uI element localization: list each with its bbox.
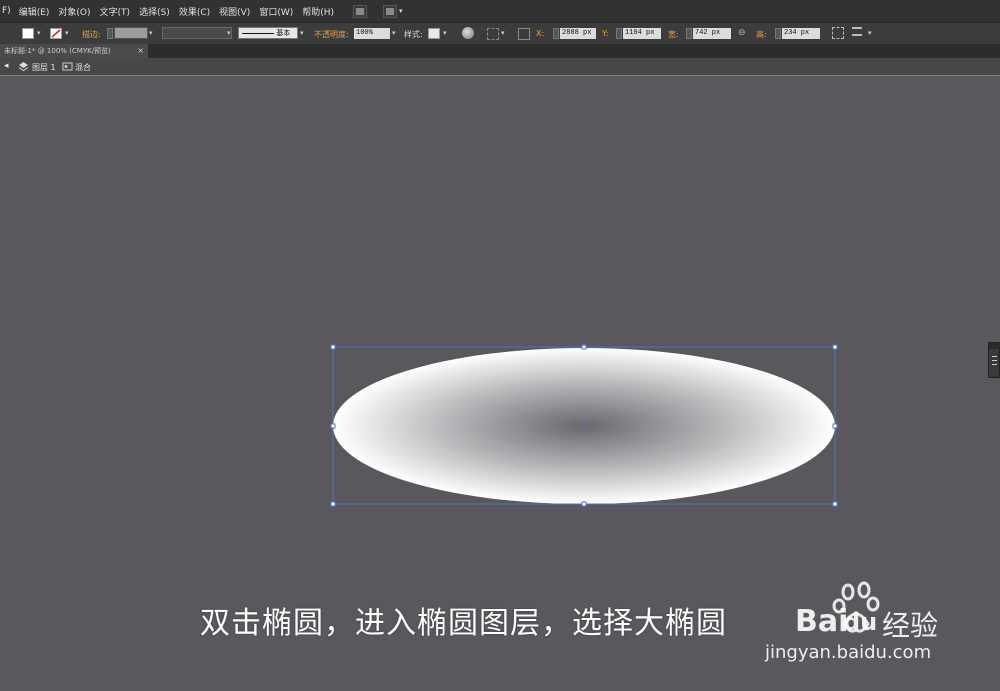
breadcrumb-group[interactable]: 混合 — [75, 62, 91, 73]
handle-middle-right[interactable] — [832, 423, 838, 429]
fill-chevron-icon[interactable]: ▾ — [37, 29, 41, 37]
x-stepper[interactable] — [553, 28, 559, 39]
fill-swatch[interactable] — [22, 28, 34, 39]
watermark-brand-du: du — [843, 608, 878, 636]
stroke-style-label: 基本 — [276, 29, 291, 37]
constrain-proportions-icon[interactable]: ⊖ — [738, 28, 746, 38]
bridge-icon — [356, 7, 365, 15]
close-icon[interactable]: × — [137, 44, 144, 58]
opacity-chevron-icon[interactable]: ▾ — [392, 29, 396, 37]
no-stroke-icon — [51, 29, 61, 38]
stroke-label[interactable]: 描边: — [82, 29, 101, 40]
bridge-button[interactable] — [353, 4, 368, 18]
y-label: Y: — [602, 29, 609, 38]
isolation-mode-bar: ◂ 图层 1 混合 — [0, 58, 1000, 76]
baidu-jingyan-watermark: Bai du 经验 jingyan.baidu.com — [765, 580, 995, 670]
watermark-url: jingyan.baidu.com — [765, 642, 932, 663]
menu-view[interactable]: 视图(V) — [219, 5, 250, 18]
handle-top-right[interactable] — [832, 344, 838, 350]
menu-object[interactable]: 对象(O) — [58, 5, 90, 18]
menu-bar: F) 编辑(E) 对象(O) 文字(T) 选择(S) 效果(C) 视图(V) 窗… — [0, 0, 1000, 22]
document-tab-bar: 未标题-1* @ 100% (CMYK/预览) × — [0, 44, 1000, 58]
style-chevron-icon[interactable]: ▾ — [443, 29, 447, 37]
opacity-field[interactable]: 100% — [354, 28, 390, 39]
height-field[interactable]: 234 px — [782, 28, 820, 39]
menu-edit[interactable]: 编辑(E) — [19, 5, 50, 18]
width-field[interactable]: 742 px — [693, 28, 731, 39]
stroke-weight-stepper[interactable] — [107, 28, 113, 39]
width-label: 宽: — [668, 30, 679, 39]
menu-file[interactable]: F) — [2, 6, 11, 16]
handle-bottom-left[interactable] — [330, 501, 336, 507]
menu-window[interactable]: 窗口(W) — [259, 5, 293, 18]
transform-icon[interactable] — [832, 27, 844, 39]
panel-icon-line — [992, 360, 997, 361]
stroke-weight-field[interactable] — [114, 27, 148, 39]
y-stepper[interactable] — [616, 28, 622, 39]
y-field[interactable]: 1104 px — [623, 28, 661, 39]
menu-type[interactable]: 文字(T) — [100, 5, 131, 18]
recolor-artwork-icon[interactable] — [462, 27, 474, 39]
graphic-style-swatch[interactable] — [428, 28, 440, 39]
stroke-swatch[interactable] — [50, 28, 62, 39]
document-tab[interactable]: 未标题-1* @ 100% (CMYK/预览) × — [0, 44, 148, 58]
breadcrumb-layer[interactable]: 图层 1 — [32, 62, 56, 73]
menu-help[interactable]: 帮助(H) — [302, 5, 334, 18]
stroke-weight-chevron-icon[interactable]: ▾ — [149, 29, 153, 37]
panel-icon-line — [992, 364, 997, 365]
layers-icon — [18, 62, 29, 72]
center-point — [582, 424, 586, 428]
handle-bottom-center[interactable] — [581, 501, 587, 507]
x-field[interactable]: 2888 px — [560, 28, 596, 39]
control-bar: ▾ ▾ 描边: ▾ ▾ 基本 ▾ 不透明度: 100% ▾ 样式: ▾ ▾ X:… — [0, 22, 1000, 44]
handle-bottom-right[interactable] — [832, 501, 838, 507]
brush-chevron-icon[interactable]: ▾ — [300, 29, 304, 37]
arrange-documents-button[interactable] — [383, 4, 398, 18]
back-arrow-icon[interactable]: ◂ — [4, 61, 9, 71]
tutorial-caption: 双击椭圆，进入椭圆图层，选择大椭圆 — [200, 606, 727, 641]
handle-top-center[interactable] — [581, 344, 587, 350]
watermark-product: 经验 — [882, 609, 939, 642]
watermark-brand: Bai — [795, 604, 849, 639]
reference-point-icon[interactable] — [518, 28, 530, 40]
align-icon[interactable] — [487, 28, 499, 40]
collapsed-panel-dock[interactable] — [988, 342, 1000, 378]
group-icon — [62, 62, 73, 71]
stroke-preview-line — [242, 32, 274, 34]
panel-menu-icon[interactable] — [852, 27, 862, 36]
handle-middle-left[interactable] — [330, 423, 336, 429]
brush-definition[interactable]: 基本 — [238, 27, 298, 39]
align-chevron-icon[interactable]: ▾ — [501, 29, 505, 37]
panel-menu-chevron-icon[interactable]: ▾ — [868, 29, 872, 37]
menu-select[interactable]: 选择(S) — [139, 5, 170, 18]
variable-width-chevron-icon[interactable]: ▾ — [227, 29, 231, 37]
panel-icon-line — [992, 356, 997, 357]
variable-width-field[interactable] — [162, 27, 232, 39]
handle-top-left[interactable] — [330, 344, 336, 350]
width-stepper[interactable] — [686, 28, 692, 39]
style-label: 样式: — [404, 30, 423, 39]
x-label: X: — [536, 29, 545, 38]
arrange-chevron-icon[interactable]: ▾ — [399, 7, 403, 15]
opacity-label[interactable]: 不透明度: — [314, 29, 349, 40]
menu-effect[interactable]: 效果(C) — [179, 5, 210, 18]
document-tab-title: 未标题-1* @ 100% (CMYK/预览) — [4, 47, 111, 55]
panel-dock-grip[interactable] — [989, 343, 1000, 349]
height-stepper[interactable] — [775, 28, 781, 39]
stroke-chevron-icon[interactable]: ▾ — [65, 29, 69, 37]
arrange-icon — [386, 7, 395, 15]
height-label: 高: — [756, 30, 767, 39]
